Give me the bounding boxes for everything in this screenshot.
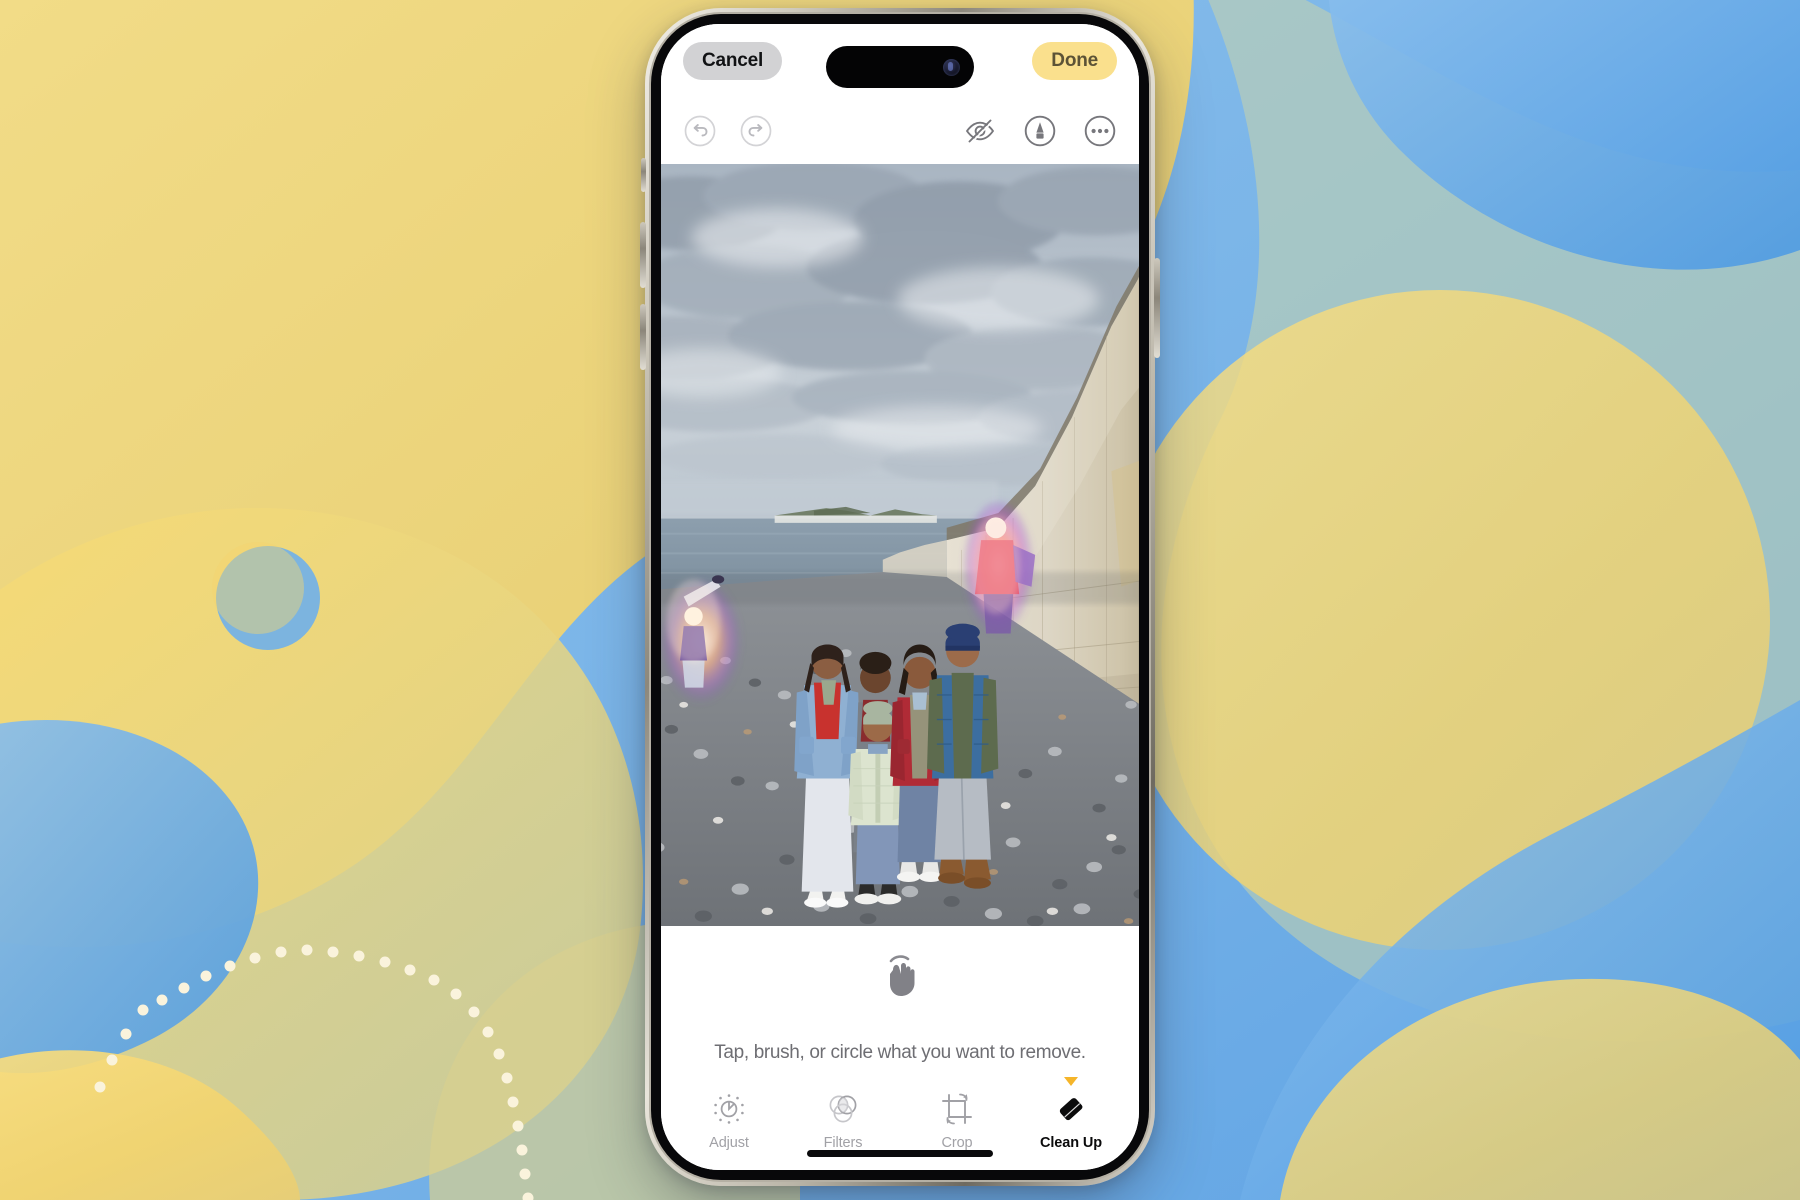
adjust-dial-icon [714,1094,744,1124]
power-button[interactable] [1154,258,1160,358]
editor-tab-bar: Adjust Filters Crop Clean Up [661,1077,1139,1151]
volume-up-button[interactable] [640,222,646,288]
cleanup-panel: Tap, brush, or circle what you want to r… [661,926,1139,1170]
phone-screen: Cancel Done Tap, brush, or circle what y… [661,24,1139,1170]
eye-slash-icon[interactable] [963,114,997,148]
cleanup-hint-text: Tap, brush, or circle what you want to r… [714,1042,1086,1063]
tap-hand-icon [889,955,915,996]
tab-filters-label: Filters [823,1135,863,1151]
editor-actions [963,114,1117,148]
eraser-icon [1059,1098,1083,1121]
volume-down-button[interactable] [640,304,646,370]
history-controls [683,114,773,148]
tab-cleanup-label: Clean Up [1039,1135,1103,1151]
beach-family-photo[interactable] [661,164,1139,926]
filters-circles-icon [829,1095,857,1123]
tab-adjust[interactable]: Adjust [694,1092,764,1151]
active-tool-marker [1064,1077,1078,1086]
tab-crop[interactable]: Crop [922,1092,992,1151]
front-camera-lens [943,58,960,76]
cancel-button[interactable]: Cancel [683,42,783,80]
highlighted-object-right [961,500,1036,644]
tab-cleanup[interactable]: Clean Up [1036,1077,1106,1151]
redo-icon[interactable] [739,114,773,148]
undo-icon[interactable] [683,114,717,148]
home-indicator[interactable] [807,1150,993,1157]
done-button[interactable]: Done [1032,42,1117,80]
tab-adjust-label: Adjust [709,1135,749,1151]
editor-tool-row [661,98,1139,164]
tab-crop-label: Crop [941,1135,973,1151]
tab-filters[interactable]: Filters [808,1092,878,1151]
iphone-device: Cancel Done Tap, brush, or circle what y… [640,8,1160,1186]
ellipsis-icon[interactable] [1083,114,1117,148]
markup-pen-icon[interactable] [1023,114,1057,148]
dynamic-island [826,46,974,88]
silent-switch[interactable] [641,158,646,192]
crop-frame-icon [942,1093,972,1125]
photo-content [661,164,1139,926]
